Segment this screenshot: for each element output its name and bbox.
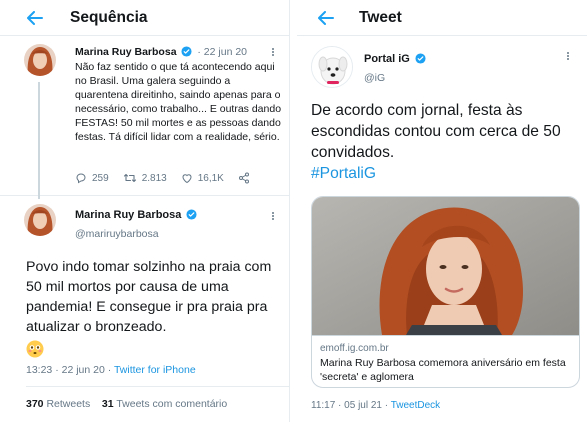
tweet-author: Portal iG @iG [297, 40, 587, 90]
card-domain: emoff.ig.com.br [320, 343, 389, 354]
verified-icon [186, 209, 197, 223]
share-icon [238, 172, 249, 184]
tweet-text: Povo indo tomar solzinho na praia com 50… [26, 259, 272, 335]
avatar[interactable] [24, 44, 56, 76]
thread-connector [38, 82, 40, 199]
like-icon [182, 174, 192, 184]
verified-icon [181, 46, 192, 60]
tweet-actions: 259 2.813 16,1K [75, 172, 269, 184]
avatar[interactable] [311, 46, 353, 88]
share-button[interactable] [238, 172, 255, 184]
tweet-source[interactable]: Twitter for iPhone [114, 364, 196, 376]
divider [26, 386, 289, 387]
tweet-text: Não faz sentido o que tá acontecendo aqu… [75, 61, 282, 143]
retweet-icon [123, 173, 136, 183]
verified-icon [415, 53, 426, 67]
tweet-header: Tweet [297, 0, 587, 36]
reply-count: 259 [92, 172, 109, 184]
retweet-count: 2.813 [141, 172, 167, 184]
author-name[interactable]: Portal iG [364, 53, 410, 65]
card-title: Marina Ruy Barbosa comemora aniversário … [320, 357, 566, 383]
author-handle[interactable]: @mariruybarbosa [75, 228, 159, 240]
page-title: Tweet [359, 8, 402, 26]
hashtag-link[interactable]: #PortaliG [311, 165, 376, 182]
tweet-meta: Marina Ruy Barbosa · 22 jun 20 [75, 46, 247, 60]
tweet-text: De acordo com jornal, festa às escondida… [311, 100, 581, 184]
author-handle[interactable]: @iG [364, 72, 385, 84]
like-count: 16,1K [197, 172, 224, 184]
tweet-timestamp: 13:23 · 22 jun 20 · Twitter for iPhone [26, 364, 196, 376]
card-body: emoff.ig.com.br Marina Ruy Barbosa comem… [312, 335, 579, 387]
tweet-main-header: Marina Ruy Barbosa @mariruybarbosa [0, 204, 289, 244]
tweet-date[interactable]: 22 jun 20 [204, 46, 247, 58]
tweet-timestamp: 11:17 · 05 jul 21 · TweetDeck [311, 400, 440, 411]
reply-button[interactable]: 259 [75, 172, 109, 184]
tweet-time[interactable]: 13:23 · 22 jun 20 · [26, 364, 114, 376]
tweet-panel: Tweet Portal iG @iG De acordo com jornal… [297, 0, 587, 422]
author-name[interactable]: Marina Ruy Barbosa [75, 209, 181, 221]
thread-header: Sequência [0, 0, 289, 36]
card-image [312, 197, 579, 335]
retweet-button[interactable]: 2.813 [123, 172, 167, 184]
back-arrow-icon[interactable] [26, 9, 44, 27]
author-name[interactable]: Marina Ruy Barbosa [75, 46, 177, 58]
meta-dots: · [197, 46, 201, 58]
retweets-stat[interactable]: 370 Retweets [26, 398, 90, 410]
reply-icon [76, 173, 86, 184]
like-button[interactable]: 16,1K [181, 172, 224, 184]
caret-down-icon[interactable] [563, 48, 573, 66]
tweet-body: De acordo com jornal, festa às escondida… [311, 102, 561, 161]
thread-panel: Sequência Marina Ruy Barbosa · 22 jun 20… [0, 0, 290, 422]
tweet-source[interactable]: TweetDeck [391, 400, 440, 411]
tweet-stats: 370 Retweets 31 Tweets com comentário [26, 398, 227, 410]
avatar[interactable] [24, 204, 56, 236]
quote-tweets-stat[interactable]: 31 Tweets com comentário [102, 398, 227, 410]
page-title: Sequência [70, 8, 148, 26]
link-card[interactable]: emoff.ig.com.br Marina Ruy Barbosa comem… [311, 196, 580, 388]
flushed-face-emoji [26, 340, 44, 358]
tweet-time[interactable]: 11:17 · 05 jul 21 · [311, 400, 391, 411]
back-arrow-icon[interactable] [317, 9, 335, 27]
caret-down-icon[interactable] [268, 208, 278, 226]
